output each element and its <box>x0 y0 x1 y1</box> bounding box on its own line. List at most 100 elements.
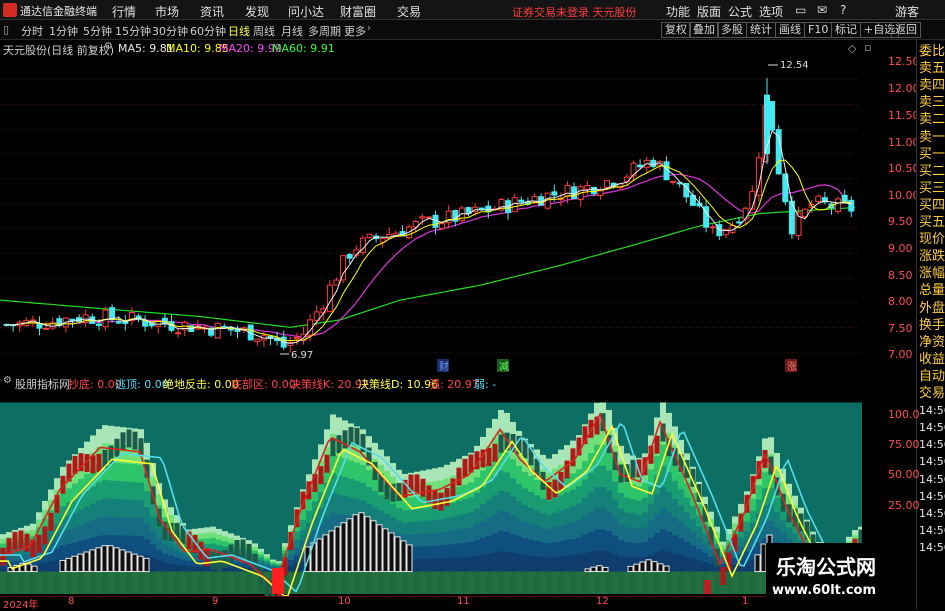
quote-side-item[interactable]: 卖五 <box>919 61 945 76</box>
menu-item-layout[interactable]: 版面 <box>697 3 721 20</box>
statistics-button[interactable]: 统计 <box>746 22 776 38</box>
user-label[interactable]: 游客 <box>895 3 919 20</box>
lower-zone <box>534 571 540 594</box>
chevron-right-icon[interactable]: › <box>367 23 371 34</box>
indicator-chart[interactable] <box>0 390 862 596</box>
event-markers[interactable]: 财 减 涨 <box>437 359 797 372</box>
menu-item-formula[interactable]: 公式 <box>728 3 752 20</box>
period-tab[interactable]: 月线 <box>281 23 303 39</box>
band-layer <box>708 549 714 558</box>
quote-side-item[interactable]: 涨幅 <box>919 266 945 281</box>
menu-item[interactable]: 交易 <box>397 3 421 20</box>
period-tab[interactable]: 多周期 <box>308 23 341 39</box>
mail-icon[interactable]: ✉ <box>817 3 827 17</box>
diamond-icon[interactable]: ◇ <box>848 42 856 55</box>
band-layer <box>36 512 42 521</box>
quote-side-item[interactable]: 自动 <box>919 369 945 384</box>
settings-icon[interactable]: ⚙ <box>104 41 113 52</box>
quote-side-item[interactable]: 买四 <box>919 198 945 213</box>
quote-side-item[interactable]: 买一 <box>919 147 945 162</box>
adjust-button[interactable]: 复权 <box>661 22 691 38</box>
band-layer <box>0 538 6 544</box>
back-button[interactable]: 返回 <box>891 22 921 38</box>
lower-zone <box>450 571 456 594</box>
quote-side-item[interactable]: 净资 <box>919 335 945 350</box>
quote-side-item[interactable]: 总量 <box>919 283 945 298</box>
quote-side-item[interactable]: 外盘 <box>919 301 945 316</box>
quote-side-item[interactable]: 买三 <box>919 181 945 196</box>
quote-side-item[interactable]: 收益 <box>919 352 945 367</box>
lower-zone <box>426 571 432 594</box>
band-layer <box>114 480 120 500</box>
quote-side-item[interactable]: 14:56 <box>919 523 945 538</box>
band-layer <box>540 556 546 573</box>
quote-side-item[interactable]: 14:56 <box>919 454 945 469</box>
quote-side-item[interactable]: 卖三 <box>919 95 945 110</box>
period-tab[interactable]: 分时 <box>21 23 43 39</box>
band-layer <box>96 429 102 448</box>
candle-body <box>43 327 50 330</box>
period-tab[interactable]: 5分钟 <box>83 23 112 39</box>
draw-line-button[interactable]: 画线 <box>775 22 805 38</box>
mark-button[interactable]: 标记 <box>831 22 861 38</box>
band-layer <box>78 509 84 526</box>
menu-item[interactable]: 发现 <box>245 3 269 20</box>
minimize-icon[interactable]: ▭ <box>795 3 806 17</box>
quote-side-item[interactable]: 委比 <box>919 44 945 59</box>
band-layer <box>288 565 294 573</box>
quote-side-item[interactable]: 现价 <box>919 232 945 247</box>
band-layer <box>252 546 258 551</box>
login-notice[interactable]: 证券交易未登录 天元股份 <box>512 4 637 20</box>
period-tab[interactable]: 60分钟 <box>190 23 226 39</box>
menu-item-options[interactable]: 选项 <box>759 3 783 20</box>
period-tab[interactable]: 30分钟 <box>152 23 188 39</box>
quote-side-item[interactable]: 14:56 <box>919 420 945 435</box>
period-tab-more[interactable]: 更多 <box>344 23 366 39</box>
indicator-settings-icon[interactable]: ⚙ <box>3 375 12 386</box>
band-layer <box>450 530 456 545</box>
quote-side-item[interactable]: 买二 <box>919 164 945 179</box>
quote-side-item[interactable]: 卖四 <box>919 78 945 93</box>
band-layer <box>42 562 48 573</box>
quote-side-item[interactable]: 14:56 <box>919 540 945 555</box>
quote-side-item[interactable]: 14:56 <box>919 403 945 418</box>
f10-button[interactable]: F10 <box>804 22 833 38</box>
band-layer <box>126 517 132 537</box>
quote-side-item[interactable]: 14:56 <box>919 506 945 521</box>
period-tab[interactable]: 周线 <box>253 23 275 39</box>
multi-stock-button[interactable]: 多股 <box>717 22 747 38</box>
quote-side-item[interactable]: 14:56 <box>919 489 945 504</box>
band-layer <box>570 522 576 540</box>
quote-side-item[interactable]: 换手 <box>919 318 945 333</box>
band-column <box>270 402 276 572</box>
menu-item[interactable]: 问小达 <box>288 3 324 20</box>
lower-zone <box>654 571 660 594</box>
band-layer <box>558 449 564 466</box>
quote-side-item[interactable]: 14:56 <box>919 472 945 487</box>
menu-item[interactable]: 市场 <box>155 3 179 20</box>
overlay-button[interactable]: 叠加 <box>689 22 719 38</box>
candlestick-chart[interactable]: 12.54 6.97 财 减 涨 <box>0 56 860 372</box>
date-tick: 1 <box>742 596 749 607</box>
period-tab[interactable]: 1分钟 <box>49 23 78 39</box>
menu-item[interactable]: 财富圈 <box>340 3 376 20</box>
period-tab[interactable]: 15分钟 <box>115 23 151 39</box>
quote-side-item[interactable]: 买五 <box>919 215 945 230</box>
quote-side-item[interactable]: 卖一 <box>919 130 945 145</box>
menu-item-function[interactable]: 功能 <box>666 3 690 20</box>
lower-zone <box>612 571 618 594</box>
toolbar-menu-icon[interactable]: ▯ <box>3 23 9 36</box>
quote-side-item[interactable]: 卖二 <box>919 112 945 127</box>
close-chart-icon[interactable]: ▫ <box>864 41 871 54</box>
band-layer <box>174 550 180 558</box>
band-layer <box>354 444 360 464</box>
band-layer <box>594 466 600 488</box>
help-icon[interactable]: ? <box>840 3 846 17</box>
quote-side-item[interactable]: 交易 <box>919 386 945 401</box>
menu-item[interactable]: 行情 <box>112 3 136 20</box>
quote-side-item[interactable]: 涨跌 <box>919 249 945 264</box>
quote-side-item[interactable]: 14:56 <box>919 437 945 452</box>
menu-item[interactable]: 资讯 <box>200 3 224 20</box>
band-layer <box>732 516 738 524</box>
period-tab-active[interactable]: 日线 <box>228 23 250 39</box>
